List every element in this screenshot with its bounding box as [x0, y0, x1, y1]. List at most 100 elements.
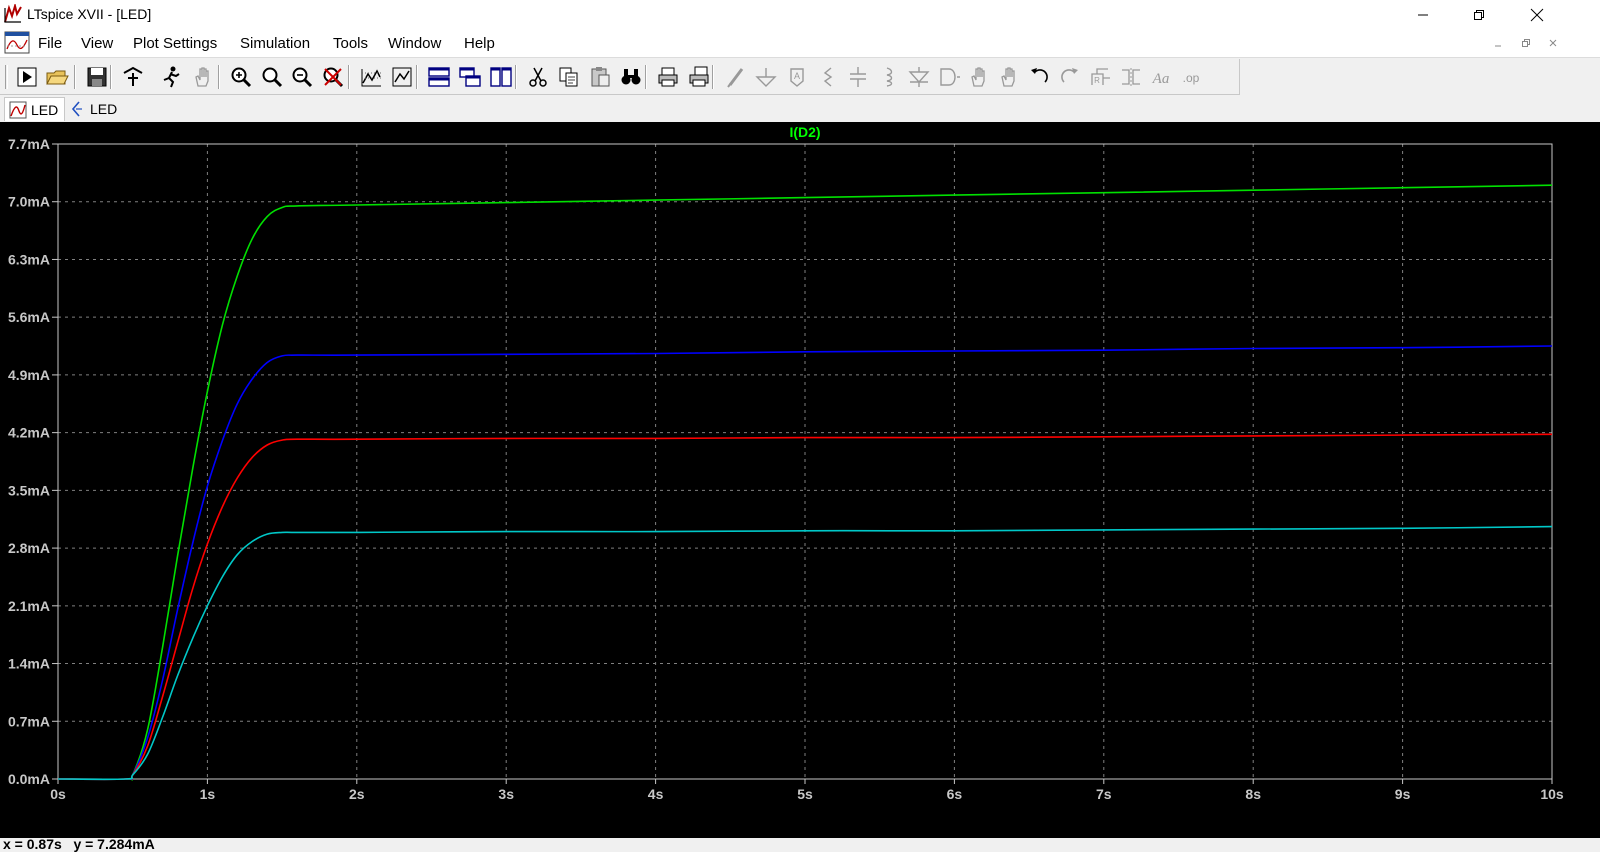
mdi-restore-button[interactable]	[1518, 35, 1534, 51]
mdi-close-button[interactable]	[1545, 35, 1561, 51]
spice-directive-button[interactable]: .op	[1178, 64, 1204, 90]
zoom-area-button[interactable]	[259, 64, 285, 90]
minimize-icon	[1418, 14, 1428, 15]
y-tick-label: 7.7mA	[8, 136, 50, 152]
x-tick-label: 9s	[1395, 786, 1411, 802]
x-tick-label: 1s	[200, 786, 216, 802]
pan-hand-icon	[195, 67, 209, 87]
tab-schematic-led[interactable]: LED	[64, 97, 123, 121]
run-sim-button[interactable]	[158, 64, 184, 90]
waveform-icon	[9, 101, 27, 118]
drag-hand-button[interactable]	[996, 64, 1022, 90]
component-button[interactable]	[936, 64, 962, 90]
document-waveform-icon[interactable]	[4, 31, 32, 55]
drag-hand-icon	[1001, 67, 1015, 87]
cascade-icon	[459, 67, 481, 87]
open-folder-button[interactable]	[44, 64, 70, 90]
pan-hand-button[interactable]	[190, 64, 216, 90]
menu-plot-settings[interactable]: Plot Settings	[133, 35, 217, 52]
menu-tools[interactable]: Tools	[333, 35, 368, 52]
capacitor-button[interactable]	[845, 64, 871, 90]
copy-icon	[559, 67, 578, 87]
restore-icon	[1474, 9, 1484, 20]
mdi-minimize-button[interactable]	[1490, 35, 1506, 51]
component-icon	[940, 68, 960, 86]
x-tick-label: 5s	[797, 786, 813, 802]
control-panel-button[interactable]	[120, 64, 146, 90]
y-tick-label: 7.0mA	[8, 194, 50, 210]
open-folder-icon	[46, 70, 69, 85]
y-tick-label: 0.7mA	[8, 713, 50, 729]
cut-button[interactable]	[525, 64, 551, 90]
tile-horizontal-button[interactable]	[426, 64, 452, 90]
diode-button[interactable]	[906, 64, 932, 90]
redo-icon	[1061, 68, 1078, 83]
svg-text:R: R	[1094, 76, 1100, 85]
menu-view[interactable]: View	[81, 35, 113, 52]
menu-help[interactable]: Help	[464, 35, 495, 52]
tile-vertical-button[interactable]	[488, 64, 514, 90]
ltspice-window: LTspice XVII - [LED] File View Plot Settin…	[0, 0, 1600, 852]
print-setup-icon	[689, 66, 709, 87]
trace-title: I(D2)	[789, 124, 820, 140]
tab-label: LED	[31, 101, 59, 118]
fit-button[interactable]	[389, 64, 415, 90]
schematic-icon	[71, 101, 82, 117]
save-button[interactable]	[84, 64, 110, 90]
x-tick-label: 0s	[50, 786, 66, 802]
copy-button[interactable]	[556, 64, 582, 90]
waveform-viewer[interactable]: 0s 1s 2s 3s 4s 5s 6s 7s 8s 9s 10s 0.0mA 0.7mA 1.4mA 2.…	[0, 122, 1600, 838]
label-net-button[interactable]: A	[784, 64, 810, 90]
rotate-button[interactable]: R	[1088, 64, 1114, 90]
y-tick-label: 2.1mA	[8, 598, 50, 614]
toolbar-separator	[515, 65, 517, 89]
menu-window[interactable]: Window	[388, 35, 441, 52]
y-tick-label: 5.6mA	[8, 309, 50, 325]
wire-button[interactable]	[723, 64, 749, 90]
print-setup-button[interactable]	[686, 64, 712, 90]
cascade-button[interactable]	[457, 64, 483, 90]
run-button[interactable]	[14, 64, 40, 90]
toolbar-separator	[712, 65, 714, 89]
undo-button[interactable]	[1026, 64, 1052, 90]
y-tick-label: 4.9mA	[8, 367, 50, 383]
zoom-in-icon	[231, 67, 252, 88]
menu-file[interactable]: File	[38, 35, 62, 52]
y-tick-label: 0.0mA	[8, 771, 50, 787]
ground-button[interactable]	[753, 64, 779, 90]
text-button[interactable]: Aa	[1148, 64, 1174, 90]
run-sim-icon	[163, 66, 180, 88]
find-button[interactable]	[618, 64, 644, 90]
zoom-in-button[interactable]	[228, 64, 254, 90]
x-tick-label: 10s	[1540, 786, 1564, 802]
x-tick-label: 8s	[1245, 786, 1261, 802]
save-icon	[87, 67, 107, 87]
tab-waveform-led[interactable]: LED	[4, 97, 66, 121]
restore-button[interactable]	[1456, 0, 1502, 29]
resistor-button[interactable]	[815, 64, 841, 90]
tile-horizontal-icon	[428, 67, 450, 87]
waveform-plot[interactable]: 0s 1s 2s 3s 4s 5s 6s 7s 8s 9s 10s 0.0mA 0.7mA 1.4mA 2.…	[0, 122, 1600, 838]
mirror-button[interactable]	[1118, 64, 1144, 90]
move-hand-button[interactable]	[966, 64, 992, 90]
paste-button[interactable]	[587, 64, 613, 90]
toolbar-separator	[416, 65, 418, 89]
print-button[interactable]	[655, 64, 681, 90]
diode-icon	[908, 67, 930, 87]
zoom-out-button[interactable]	[289, 64, 315, 90]
restore-icon	[1522, 39, 1530, 47]
menu-simulation[interactable]: Simulation	[240, 35, 310, 52]
close-button[interactable]	[1514, 0, 1560, 29]
cursor-readout: x = 0.87s y = 7.284mA	[3, 836, 155, 852]
zoom-cancel-button[interactable]	[320, 64, 346, 90]
redo-button[interactable]	[1057, 64, 1083, 90]
minimize-button[interactable]	[1400, 0, 1446, 29]
zoom-area-icon	[262, 67, 283, 88]
autorange-button[interactable]	[358, 64, 384, 90]
spice-directive-icon: .op	[1183, 71, 1200, 85]
x-tick-label: 2s	[349, 786, 365, 802]
inductor-button[interactable]	[876, 64, 902, 90]
y-tick-label: 6.3mA	[8, 251, 50, 267]
minimize-icon	[1495, 45, 1501, 47]
toolbar-grip[interactable]	[5, 65, 8, 89]
